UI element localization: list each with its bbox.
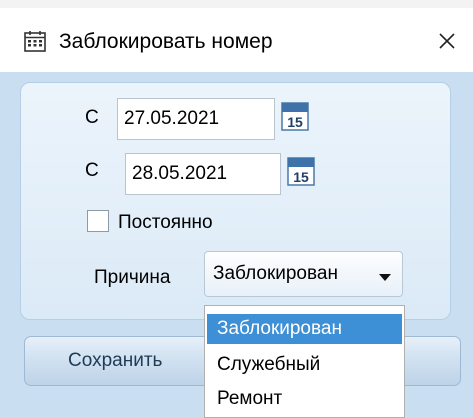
dropdown-option-service[interactable]: Служебный bbox=[207, 350, 402, 380]
to-date-label: С bbox=[85, 160, 99, 181]
from-date-calendar-button[interactable]: 15 bbox=[281, 101, 309, 131]
to-date-calendar-button[interactable]: 15 bbox=[287, 156, 315, 186]
to-date-input[interactable]: 28.05.2021 bbox=[125, 153, 281, 195]
chevron-down-icon bbox=[378, 269, 392, 287]
from-date-label: С bbox=[85, 107, 99, 128]
close-button[interactable] bbox=[430, 26, 464, 56]
permanent-label: Постоянно bbox=[118, 212, 213, 233]
calendar-picker-icon: 15 bbox=[281, 102, 309, 131]
permanent-checkbox[interactable] bbox=[87, 210, 109, 232]
reason-dropdown-list: Заблокирован Служебный Ремонт bbox=[204, 305, 405, 418]
save-button-label: Сохранить bbox=[68, 350, 163, 371]
reason-select-value: Заблокирован bbox=[213, 263, 338, 284]
calendar-day-text: 15 bbox=[293, 169, 309, 185]
reason-select[interactable]: Заблокирован bbox=[204, 251, 403, 297]
window-top-strip bbox=[0, 0, 473, 8]
calendar-day-text: 15 bbox=[287, 114, 303, 130]
title-bar: Заблокировать номер bbox=[0, 8, 473, 72]
dropdown-option-repair[interactable]: Ремонт bbox=[207, 384, 402, 414]
close-icon bbox=[439, 33, 455, 49]
from-date-input[interactable]: 27.05.2021 bbox=[117, 98, 275, 140]
window-title: Заблокировать номер bbox=[59, 30, 273, 53]
calendar-icon bbox=[24, 30, 46, 52]
calendar-picker-icon: 15 bbox=[287, 157, 315, 186]
reason-label: Причина bbox=[94, 267, 171, 288]
dropdown-option-blocked[interactable]: Заблокирован bbox=[207, 314, 402, 344]
